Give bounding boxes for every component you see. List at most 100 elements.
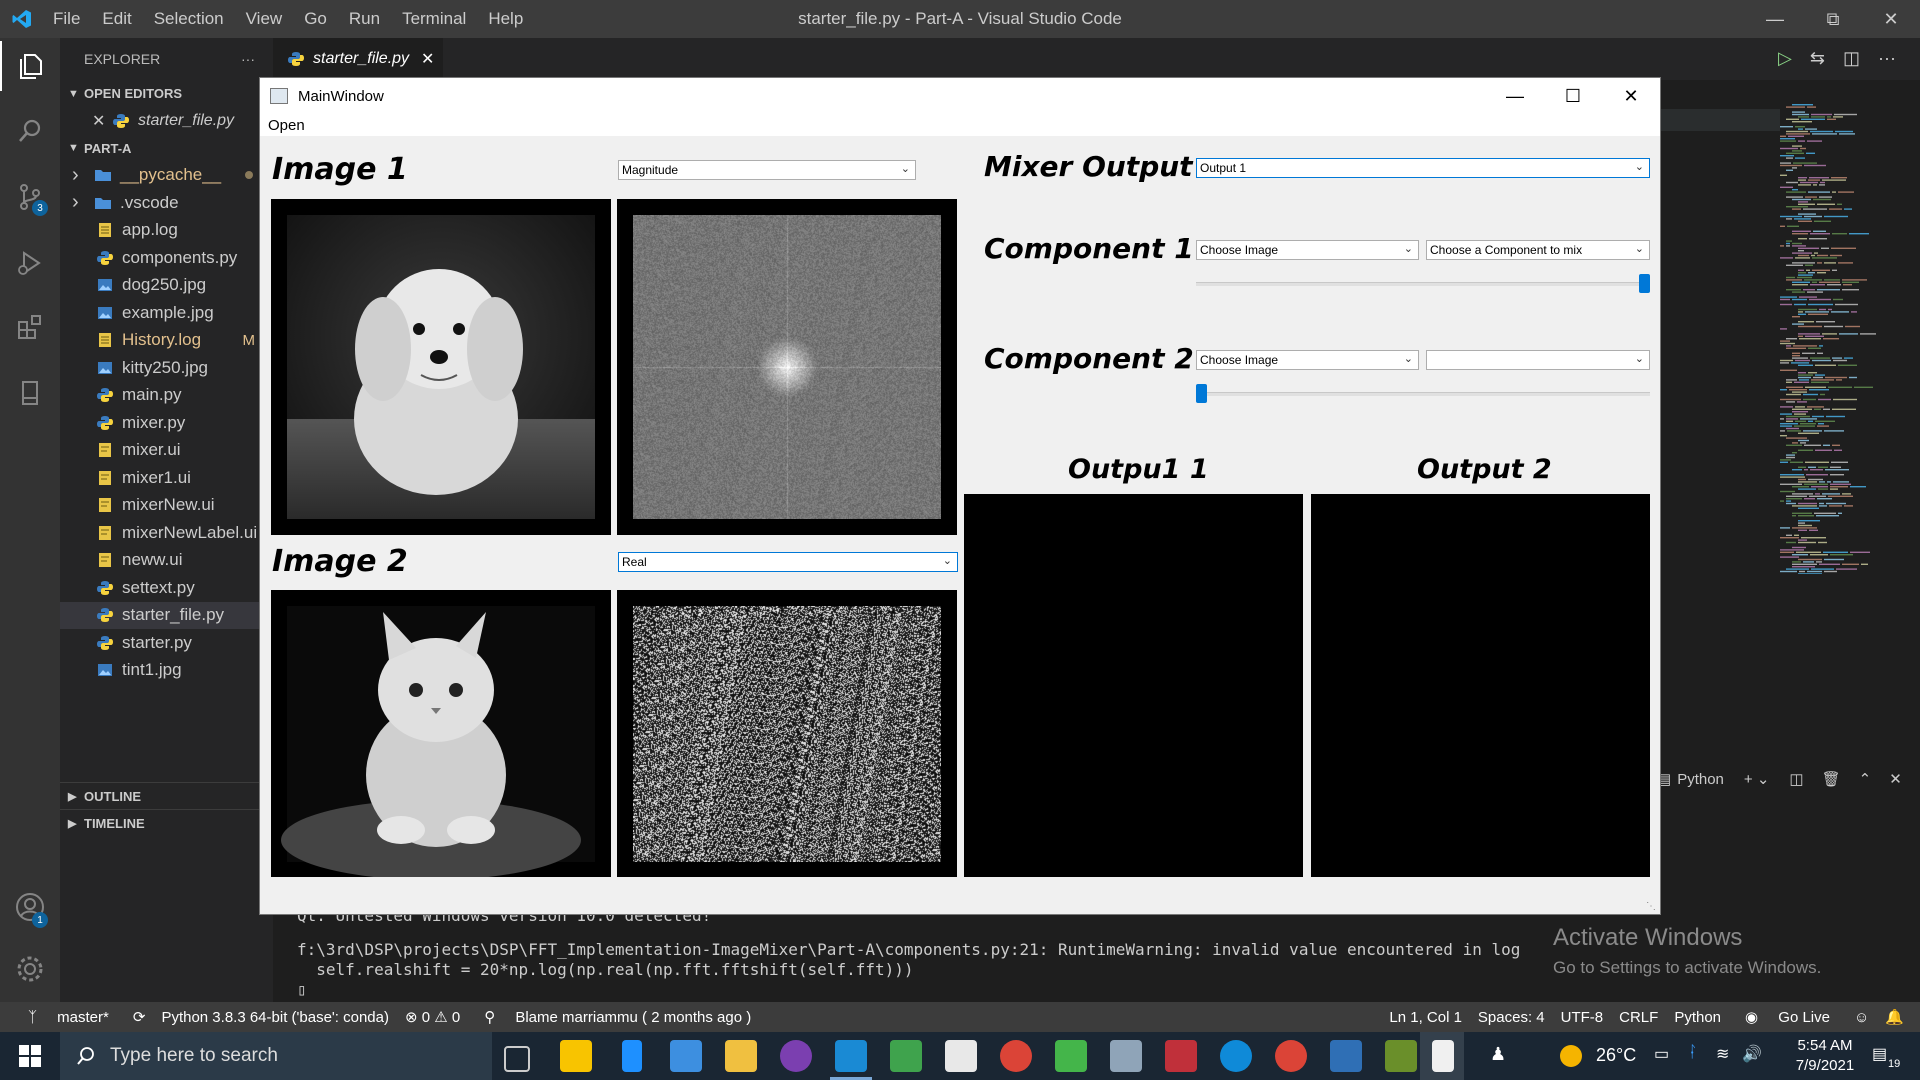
store-icon[interactable]	[945, 1040, 977, 1072]
encoding-status[interactable]: UTF-8	[1553, 1009, 1612, 1026]
close-tab-icon[interactable]: ✕	[421, 49, 434, 69]
maximize-icon[interactable]: ☐	[1544, 78, 1602, 114]
language-mode[interactable]: Python	[1666, 1009, 1729, 1026]
image1-component-select[interactable]: Magnitude ⌄	[618, 160, 916, 180]
file-tree-item[interactable]: History.log M	[60, 327, 273, 355]
app-icon[interactable]	[1165, 1040, 1197, 1072]
people-icon[interactable]: ♟	[1490, 1044, 1506, 1065]
terminal[interactable]: Qt: Untested Windows version 10.0 detect…	[273, 902, 1920, 1002]
add-terminal-icon[interactable]: + ⌄	[1744, 770, 1770, 788]
photos-icon[interactable]	[1330, 1040, 1362, 1072]
file-tree-item[interactable]: › .vscode	[60, 189, 273, 217]
file-tree-item[interactable]: mixer.ui	[60, 437, 273, 465]
menu-view[interactable]: View	[235, 9, 294, 29]
menu-edit[interactable]: Edit	[91, 9, 142, 29]
menu-terminal[interactable]: Terminal	[391, 9, 477, 29]
file-tree-item[interactable]: mixerNew.ui	[60, 492, 273, 520]
taskbar-search-box[interactable]: Type here to search	[60, 1032, 492, 1080]
qt-window-icon[interactable]	[1432, 1040, 1454, 1072]
component1-type-select[interactable]: Choose a Component to mix ⌄	[1426, 240, 1650, 260]
file-tree-item[interactable]: starter.py	[60, 629, 273, 657]
file-tree-item[interactable]: mixer.py	[60, 409, 273, 437]
battery-icon[interactable]: ▭	[1654, 1044, 1669, 1064]
file-explorer-icon[interactable]	[725, 1040, 757, 1072]
image2-component-select[interactable]: Real ⌄	[618, 552, 958, 572]
chrome-profile-icon[interactable]	[1275, 1040, 1307, 1072]
sticky-notes-icon[interactable]	[560, 1040, 592, 1072]
menu-selection[interactable]: Selection	[143, 9, 235, 29]
file-tree-item[interactable]: components.py	[60, 244, 273, 272]
file-tree-item[interactable]: tint1.jpg	[60, 657, 273, 685]
git-blame-status[interactable]: ⚲ Blame marriammu ( 2 months ago )	[468, 1008, 767, 1026]
go-live-button[interactable]: ◉ Go Live	[1729, 1008, 1846, 1026]
file-tree-item[interactable]: dog250.jpg	[60, 272, 273, 300]
file-tree-item[interactable]: neww.ui	[60, 547, 273, 575]
open-editors-section[interactable]: ▼ OPEN EDITORS	[60, 80, 273, 107]
extensions-icon[interactable]	[0, 302, 60, 352]
compare-changes-icon[interactable]: ⇆	[1810, 48, 1825, 69]
open-editor-item[interactable]: ✕ starter_file.py	[60, 107, 273, 135]
accounts-icon[interactable]: 1	[0, 882, 60, 932]
problems-status[interactable]: ⊗ 0 ⚠ 0	[397, 1008, 468, 1026]
resize-grip-icon[interactable]: ⋱	[1646, 901, 1656, 912]
file-tree-item[interactable]: settext.py	[60, 574, 273, 602]
task-view-icon[interactable]	[504, 1046, 530, 1072]
settings-gear-icon[interactable]	[0, 944, 60, 994]
image1-view[interactable]	[271, 199, 611, 535]
split-editor-icon[interactable]: ◫	[1843, 48, 1860, 69]
close-panel-icon[interactable]: ✕	[1889, 770, 1902, 788]
python-app-icon[interactable]	[1385, 1040, 1417, 1072]
notifications-bell-icon[interactable]: 🔔	[1877, 1008, 1912, 1026]
component2-image-select[interactable]: Choose Image ⌄	[1196, 350, 1419, 370]
run-python-icon[interactable]: ▷	[1778, 48, 1792, 69]
cursor-position[interactable]: Ln 1, Col 1	[1381, 1009, 1470, 1026]
more-actions-icon[interactable]: ···	[1878, 48, 1896, 69]
app-icon[interactable]	[1055, 1040, 1087, 1072]
mail-icon[interactable]	[670, 1040, 702, 1072]
remote-explorer-icon[interactable]	[0, 368, 60, 418]
part-a-folder-section[interactable]: ▼ PART-A	[60, 135, 273, 162]
branch-status[interactable]: ᛉ master*	[12, 1009, 125, 1026]
file-tree-item[interactable]: example.jpg	[60, 299, 273, 327]
timeline-section[interactable]: ▶ TIMELINE	[60, 809, 281, 837]
menu-file[interactable]: File	[42, 9, 91, 29]
vscode-taskbar-icon[interactable]	[835, 1040, 867, 1072]
close-icon[interactable]: ✕	[1602, 78, 1660, 114]
weather-sun-icon[interactable]	[1560, 1045, 1582, 1067]
split-terminal-icon[interactable]: ◫	[1789, 770, 1803, 788]
component2-type-select[interactable]: ⌄	[1426, 350, 1650, 370]
python-interpreter[interactable]: Python 3.8.3 64-bit ('base': conda)	[153, 1009, 397, 1026]
clock[interactable]: 5:54 AM 7/9/2021	[1780, 1036, 1870, 1076]
component1-slider-handle[interactable]	[1639, 274, 1650, 293]
file-tree-item[interactable]: main.py	[60, 382, 273, 410]
file-tree-item[interactable]: mixer1.ui	[60, 464, 273, 492]
mixer-output-select[interactable]: Output 1 ⌄	[1196, 158, 1650, 178]
search-icon[interactable]	[0, 106, 60, 156]
minimize-icon[interactable]: —	[1746, 0, 1804, 38]
minimize-icon[interactable]: —	[1486, 78, 1544, 114]
close-icon[interactable]: ✕	[1862, 0, 1920, 38]
atom-app-icon[interactable]	[1110, 1040, 1142, 1072]
component1-image-select[interactable]: Choose Image ⌄	[1196, 240, 1419, 260]
more-actions-icon[interactable]: ···	[241, 51, 255, 67]
output1-view[interactable]	[964, 494, 1303, 877]
maximize-panel-icon[interactable]: ⌃	[1859, 770, 1872, 788]
wifi-icon[interactable]: ≋	[1716, 1044, 1729, 1064]
file-tree-item[interactable]: mixerNewLabel.ui	[60, 519, 273, 547]
image1-fft-view[interactable]	[617, 199, 957, 535]
source-control-icon[interactable]: 3	[0, 172, 60, 222]
edge-icon[interactable]	[1220, 1040, 1252, 1072]
bluetooth-icon[interactable]: ᛛ	[1688, 1044, 1698, 1062]
component2-slider-handle[interactable]	[1196, 384, 1207, 403]
trash-icon[interactable]: 🗑	[1822, 770, 1841, 788]
close-editor-icon[interactable]: ✕	[92, 111, 112, 131]
tab-starter-file[interactable]: starter_file.py ✕	[273, 38, 443, 80]
image2-view[interactable]	[271, 590, 611, 877]
file-tree-item[interactable]: app.log	[60, 217, 273, 245]
restore-icon[interactable]: ⧉	[1804, 0, 1862, 38]
phone-link-icon[interactable]	[622, 1040, 642, 1072]
component2-slider[interactable]	[1196, 392, 1650, 396]
sync-icon[interactable]: ⟳	[125, 1008, 154, 1026]
temperature[interactable]: 26°C	[1596, 1045, 1636, 1066]
file-tree-item[interactable]: kitty250.jpg	[60, 354, 273, 382]
